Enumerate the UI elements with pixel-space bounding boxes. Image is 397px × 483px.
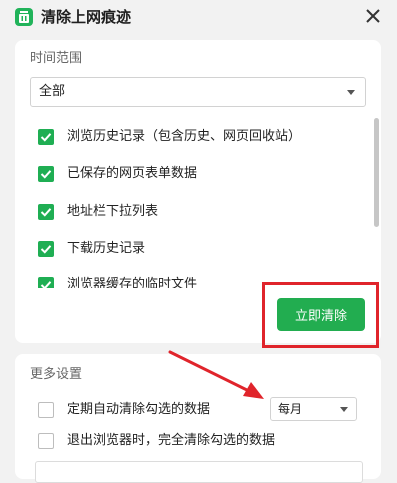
annotation-arrow-icon <box>168 350 264 399</box>
